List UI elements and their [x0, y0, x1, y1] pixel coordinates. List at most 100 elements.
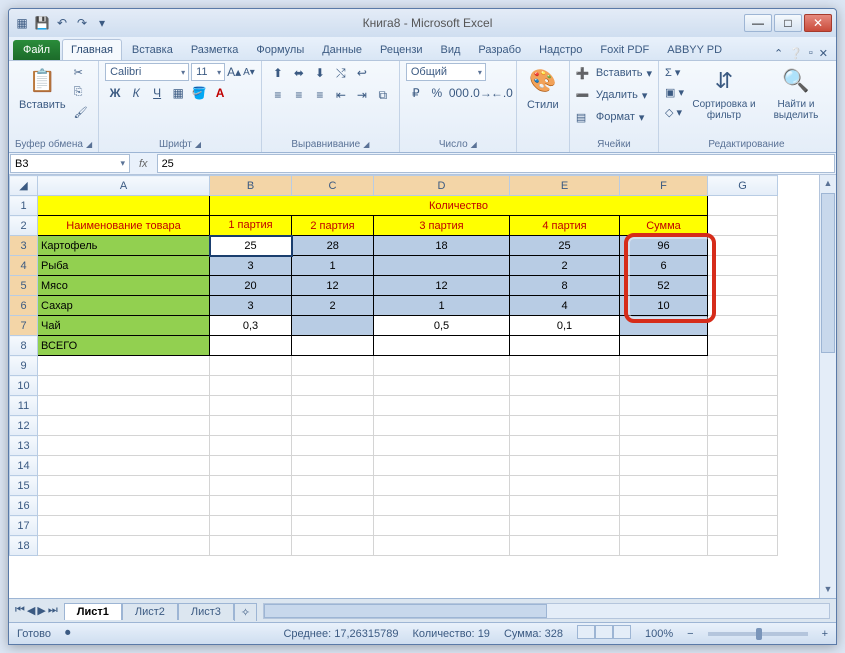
align-right-button[interactable]: ≡ — [310, 85, 330, 105]
align-top-button[interactable]: ⬆ — [268, 63, 288, 83]
align-middle-button[interactable]: ⬌ — [289, 63, 309, 83]
row-header[interactable]: 9 — [10, 356, 38, 376]
format-painter-icon[interactable]: 🖌 — [74, 103, 88, 121]
scroll-up-icon[interactable]: ▲ — [820, 175, 836, 192]
fill-icon[interactable]: ▣ ▾ — [665, 83, 684, 101]
select-all-corner[interactable]: ◢ — [10, 176, 38, 196]
font-color-button[interactable]: А — [210, 83, 230, 103]
cells-delete-button[interactable]: ➖Удалить ▾ — [576, 85, 652, 105]
sheet-nav-first-icon[interactable]: ⏮ — [15, 604, 25, 617]
fx-icon[interactable]: fx — [139, 158, 148, 170]
increase-indent-button[interactable]: ⇥ — [352, 85, 372, 105]
row-header[interactable]: 11 — [10, 396, 38, 416]
row-header[interactable]: 10 — [10, 376, 38, 396]
row-header[interactable]: 14 — [10, 456, 38, 476]
tab-addins[interactable]: Надстро — [531, 40, 590, 60]
col-header[interactable]: B — [210, 176, 292, 196]
redo-icon[interactable]: ↷ — [73, 14, 91, 32]
col-header[interactable]: E — [510, 176, 620, 196]
increase-font-icon[interactable]: A▴ — [227, 63, 241, 81]
cut-icon[interactable]: ✂ — [74, 63, 88, 81]
col-header[interactable]: G — [708, 176, 778, 196]
row-header[interactable]: 13 — [10, 436, 38, 456]
zoom-level[interactable]: 100% — [645, 628, 673, 640]
tab-data[interactable]: Данные — [314, 40, 370, 60]
col-header[interactable]: C — [292, 176, 374, 196]
tab-review[interactable]: Рецензи — [372, 40, 431, 60]
maximize-button[interactable]: □ — [774, 14, 802, 32]
doc-close-icon[interactable]: ✕ — [819, 47, 828, 60]
align-center-button[interactable]: ≡ — [289, 85, 309, 105]
formula-bar[interactable]: 25 — [157, 154, 835, 173]
font-size-combo[interactable]: 11 — [191, 63, 225, 81]
number-format-combo[interactable]: Общий — [406, 63, 486, 81]
dialog-launcher-icon[interactable]: ◢ — [86, 140, 92, 149]
wrap-button[interactable]: ↩ — [352, 63, 372, 83]
sheet-tab[interactable]: Лист1 — [64, 603, 122, 620]
row-header[interactable]: 2 — [10, 216, 38, 236]
underline-button[interactable]: Ч — [147, 83, 167, 103]
row-header[interactable]: 17 — [10, 516, 38, 536]
copy-icon[interactable]: ⎘ — [74, 83, 88, 101]
clear-icon[interactable]: ◇ ▾ — [665, 103, 684, 121]
cells-format-button[interactable]: ▤Формат ▾ — [576, 107, 652, 127]
scroll-down-icon[interactable]: ▼ — [820, 581, 836, 598]
doc-restore-icon[interactable]: ▫ — [809, 47, 813, 60]
row-header[interactable]: 4 — [10, 256, 38, 276]
col-header[interactable]: D — [374, 176, 510, 196]
row-header[interactable]: 8 — [10, 336, 38, 356]
tab-home[interactable]: Главная — [62, 39, 122, 60]
orientation-button[interactable]: ⤭ — [331, 63, 351, 83]
help-icon[interactable]: ❔ — [789, 47, 803, 60]
minimize-button[interactable]: — — [744, 14, 772, 32]
merge-button[interactable]: ⧉ — [373, 85, 393, 105]
tab-layout[interactable]: Разметка — [183, 40, 247, 60]
row-header[interactable]: 18 — [10, 536, 38, 556]
fill-color-button[interactable]: 🪣 — [189, 83, 209, 103]
align-bottom-button[interactable]: ⬇ — [310, 63, 330, 83]
zoom-slider[interactable] — [708, 632, 808, 636]
row-header[interactable]: 3 — [10, 236, 38, 256]
row-header[interactable]: 1 — [10, 196, 38, 216]
header-quantity[interactable]: Количество — [210, 196, 708, 216]
sheet-tab[interactable]: Лист3 — [178, 603, 234, 620]
row-header[interactable]: 7 — [10, 316, 38, 336]
row-header[interactable]: 5 — [10, 276, 38, 296]
border-button[interactable]: ▦ — [168, 83, 188, 103]
name-box[interactable]: B3 — [10, 154, 130, 173]
font-family-combo[interactable]: Calibri — [105, 63, 189, 81]
sheet-nav-prev-icon[interactable]: ◀ — [27, 604, 35, 617]
tab-foxit[interactable]: Foxit PDF — [592, 40, 657, 60]
sheet-nav-last-icon[interactable]: ⏭ — [48, 604, 58, 617]
find-select-button[interactable]: 🔍 Найти и выделить — [764, 63, 828, 123]
row-header[interactable]: 16 — [10, 496, 38, 516]
zoom-in-button[interactable]: + — [822, 628, 828, 640]
sort-filter-button[interactable]: ⇵ Сортировка и фильтр — [688, 63, 760, 123]
tab-file[interactable]: Файл — [13, 40, 60, 60]
cell-B3[interactable]: 25 — [210, 236, 292, 256]
cells-insert-button[interactable]: ➕Вставить ▾ — [576, 63, 652, 83]
tab-developer[interactable]: Разрабо — [470, 40, 529, 60]
horizontal-scrollbar[interactable] — [263, 603, 830, 619]
close-button[interactable]: ✕ — [804, 14, 832, 32]
currency-button[interactable]: ₽ — [406, 83, 426, 103]
align-left-button[interactable]: ≡ — [268, 85, 288, 105]
autosum-icon[interactable]: Σ ▾ — [665, 63, 684, 81]
worksheet-area[interactable]: ◢ A B C D E F G 1 Количество — [9, 175, 836, 598]
styles-button[interactable]: 🎨 Стили — [523, 63, 563, 113]
tab-insert[interactable]: Вставка — [124, 40, 181, 60]
increase-decimal-button[interactable]: .0→ — [469, 83, 489, 103]
tab-abbyy[interactable]: ABBYY PD — [659, 40, 730, 60]
row-header[interactable]: 15 — [10, 476, 38, 496]
qat-dropdown-icon[interactable]: ▾ — [93, 14, 111, 32]
undo-icon[interactable]: ↶ — [53, 14, 71, 32]
comma-button[interactable]: 000 — [448, 83, 468, 103]
row-header[interactable]: 12 — [10, 416, 38, 436]
row-header[interactable]: 6 — [10, 296, 38, 316]
decrease-font-icon[interactable]: A▾ — [243, 63, 255, 81]
italic-button[interactable]: К — [126, 83, 146, 103]
bold-button[interactable]: Ж — [105, 83, 125, 103]
dialog-launcher-icon[interactable]: ◢ — [363, 140, 369, 149]
new-sheet-button[interactable]: ✧ — [234, 603, 257, 621]
save-icon[interactable]: 💾 — [33, 14, 51, 32]
